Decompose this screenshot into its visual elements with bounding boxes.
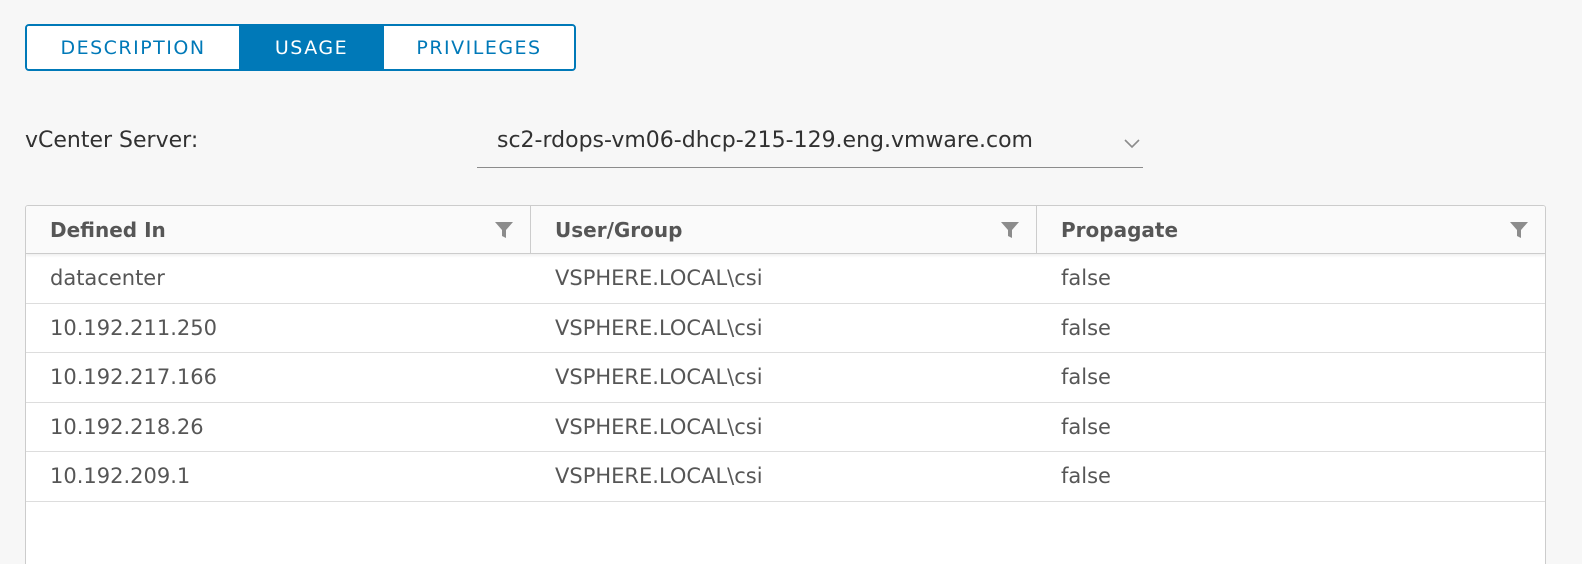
cell-user-group: VSPHERE.LOCAL\csi xyxy=(555,414,763,439)
cell-propagate: false xyxy=(1061,315,1111,340)
cell-user-group: VSPHERE.LOCAL\csi xyxy=(555,266,763,291)
cell-propagate: false xyxy=(1061,464,1111,489)
cell-user-group: VSPHERE.LOCAL\csi xyxy=(555,464,763,489)
tab-bar: DESCRIPTION USAGE PRIVILEGES xyxy=(25,24,576,71)
cell-user-group: VSPHERE.LOCAL\csi xyxy=(555,365,763,390)
chevron-down-icon[interactable] xyxy=(1121,132,1143,154)
cell-defined-in: 10.192.217.166 xyxy=(50,365,217,390)
table-row[interactable]: 10.192.217.166 VSPHERE.LOCAL\csi false xyxy=(26,353,1545,403)
column-header-label: User/Group xyxy=(555,217,683,242)
table-row[interactable]: 10.192.218.26 VSPHERE.LOCAL\csi false xyxy=(26,403,1545,452)
cell-defined-in: 10.192.211.250 xyxy=(50,315,217,340)
cell-propagate: false xyxy=(1061,414,1111,439)
column-header-user-group[interactable]: User/Group xyxy=(531,206,1037,253)
table-row[interactable]: 10.192.209.1 VSPHERE.LOCAL\csi false xyxy=(26,452,1545,502)
filter-icon[interactable] xyxy=(494,221,514,239)
table-row[interactable]: datacenter VSPHERE.LOCAL\csi false xyxy=(26,254,1545,304)
cell-propagate: false xyxy=(1061,365,1111,390)
cell-propagate: false xyxy=(1061,266,1111,291)
column-header-label: Propagate xyxy=(1061,217,1179,242)
filter-icon[interactable] xyxy=(1000,221,1020,239)
tab-usage[interactable]: USAGE xyxy=(241,26,384,69)
tab-description[interactable]: DESCRIPTION xyxy=(27,26,241,69)
vcenter-server-label: vCenter Server: xyxy=(25,128,199,153)
table-row[interactable]: 10.192.211.250 VSPHERE.LOCAL\csi false xyxy=(26,304,1545,353)
cell-user-group: VSPHERE.LOCAL\csi xyxy=(555,315,763,340)
grid-header: Defined In User/Group Propagate xyxy=(26,206,1545,254)
tab-privileges[interactable]: PRIVILEGES xyxy=(384,26,574,69)
usage-grid: Defined In User/Group Propagate datacent… xyxy=(25,205,1546,564)
vcenter-server-select[interactable]: sc2-rdops-vm06-dhcp-215-129.eng.vmware.c… xyxy=(477,118,1143,168)
cell-defined-in: 10.192.209.1 xyxy=(50,464,191,489)
filter-icon[interactable] xyxy=(1509,221,1529,239)
column-header-defined-in[interactable]: Defined In xyxy=(26,206,531,253)
vcenter-server-value: sc2-rdops-vm06-dhcp-215-129.eng.vmware.c… xyxy=(497,128,1033,153)
column-header-label: Defined In xyxy=(50,217,166,242)
usage-page: DESCRIPTION USAGE PRIVILEGES vCenter Ser… xyxy=(0,0,1582,564)
cell-defined-in: datacenter xyxy=(50,266,165,291)
cell-defined-in: 10.192.218.26 xyxy=(50,414,204,439)
column-header-propagate[interactable]: Propagate xyxy=(1037,206,1545,253)
